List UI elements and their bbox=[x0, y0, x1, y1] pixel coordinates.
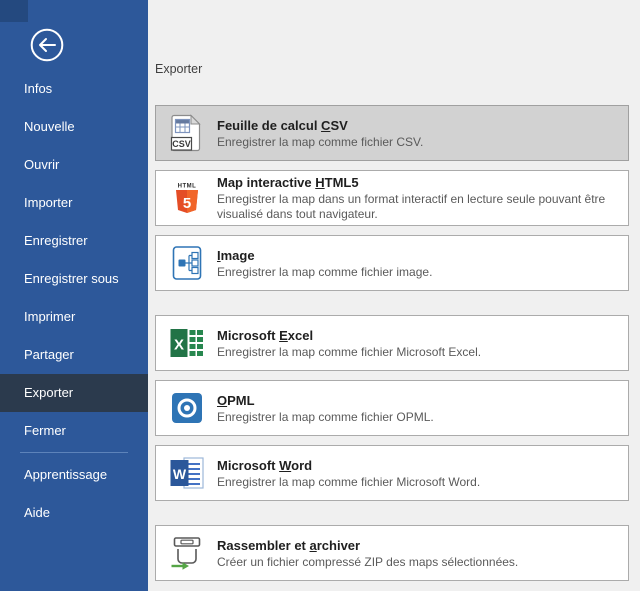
export-item-desc: Enregistrer la map comme fichier image. bbox=[217, 265, 432, 280]
word-icon: W bbox=[169, 457, 205, 489]
export-item-desc: Enregistrer la map comme fichier Microso… bbox=[217, 345, 481, 360]
corner-accent bbox=[0, 0, 28, 22]
sidebar-item-exporter[interactable]: Exporter bbox=[0, 374, 148, 412]
export-item-title: Microsoft Excel bbox=[217, 327, 481, 344]
csv-spreadsheet-icon: CSV bbox=[169, 114, 205, 152]
svg-text:5: 5 bbox=[183, 195, 191, 212]
export-item-html5[interactable]: HTML 5 Map interactive HTML5 Enregistrer… bbox=[155, 170, 629, 226]
image-export-icon bbox=[169, 245, 205, 281]
sidebar-divider bbox=[20, 452, 128, 453]
archive-icon bbox=[169, 535, 205, 571]
export-item-title: Image bbox=[217, 247, 432, 264]
export-panel-title: Exporter bbox=[155, 62, 202, 76]
export-item-title: Microsoft Word bbox=[217, 457, 480, 474]
back-arrow-circle-icon bbox=[30, 49, 64, 66]
export-panel: Exporter CSV Feuille de calcul CSV Enreg… bbox=[148, 0, 640, 591]
export-item-desc: Enregistrer la map comme fichier OPML. bbox=[217, 410, 434, 425]
export-item-title: Rassembler et archiver bbox=[217, 537, 518, 554]
export-item-image[interactable]: Image Enregistrer la map comme fichier i… bbox=[155, 235, 629, 291]
sidebar-item-enregistrer[interactable]: Enregistrer bbox=[0, 222, 148, 260]
export-item-desc: Créer un fichier compressé ZIP des maps … bbox=[217, 555, 518, 570]
opml-icon bbox=[169, 393, 205, 423]
export-item-title: Map interactive HTML5 bbox=[217, 174, 618, 191]
svg-text:HTML: HTML bbox=[178, 184, 197, 190]
sidebar-item-ouvrir[interactable]: Ouvrir bbox=[0, 146, 148, 184]
export-item-archive[interactable]: Rassembler et archiver Créer un fichier … bbox=[155, 525, 629, 581]
sidebar-footer-menu: Apprentissage Aide bbox=[0, 456, 148, 532]
sidebar-item-importer[interactable]: Importer bbox=[0, 184, 148, 222]
sidebar-item-partager[interactable]: Partager bbox=[0, 336, 148, 374]
export-item-excel[interactable]: X Microsoft Excel Enregistrer la map com… bbox=[155, 315, 629, 371]
export-item-word[interactable]: W Microsoft Word Enregistrer la map comm… bbox=[155, 445, 629, 501]
export-item-opml[interactable]: OPML Enregistrer la map comme fichier OP… bbox=[155, 380, 629, 436]
svg-text:W: W bbox=[173, 466, 187, 482]
sidebar-item-apprentissage[interactable]: Apprentissage bbox=[0, 456, 148, 494]
sidebar-item-enregistrer-sous[interactable]: Enregistrer sous bbox=[0, 260, 148, 298]
svg-text:X: X bbox=[174, 337, 184, 354]
back-button[interactable] bbox=[30, 28, 64, 62]
sidebar-item-nouvelle[interactable]: Nouvelle bbox=[0, 108, 148, 146]
html5-icon: HTML 5 bbox=[169, 181, 205, 215]
sidebar-item-fermer[interactable]: Fermer bbox=[0, 412, 148, 450]
export-item-desc: Enregistrer la map dans un format intera… bbox=[217, 192, 618, 222]
sidebar-menu: Infos Nouvelle Ouvrir Importer Enregistr… bbox=[0, 70, 148, 450]
sidebar-item-aide[interactable]: Aide bbox=[0, 494, 148, 532]
excel-icon: X bbox=[169, 327, 205, 359]
svg-text:CSV: CSV bbox=[172, 139, 191, 149]
export-item-title: Feuille de calcul CSV bbox=[217, 117, 423, 134]
sidebar-item-imprimer[interactable]: Imprimer bbox=[0, 298, 148, 336]
backstage-sidebar: Infos Nouvelle Ouvrir Importer Enregistr… bbox=[0, 0, 148, 591]
export-item-title: OPML bbox=[217, 392, 434, 409]
export-item-desc: Enregistrer la map comme fichier Microso… bbox=[217, 475, 480, 490]
sidebar-item-infos[interactable]: Infos bbox=[0, 70, 148, 108]
export-item-csv[interactable]: CSV Feuille de calcul CSV Enregistrer la… bbox=[155, 105, 629, 161]
export-item-desc: Enregistrer la map comme fichier CSV. bbox=[217, 135, 423, 150]
